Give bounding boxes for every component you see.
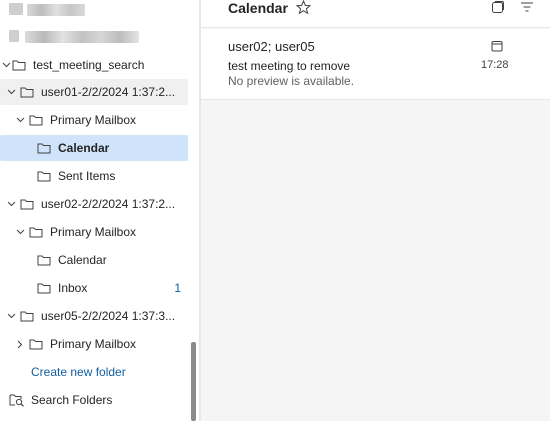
chevron-down-icon[interactable] bbox=[14, 226, 26, 238]
folder-row-inbox[interactable]: Inbox 1 bbox=[0, 275, 188, 301]
folder-label: user05-2/2/2024 1:37:3... bbox=[41, 309, 176, 323]
folder-icon bbox=[20, 309, 34, 323]
select-toggle-icon[interactable] bbox=[491, 0, 505, 14]
message-subject: test meeting to remove bbox=[228, 59, 351, 73]
folder-pane: test_meeting_search user01-2/2/2024 1:37… bbox=[0, 0, 198, 421]
folder-label: Calendar bbox=[58, 253, 107, 267]
folder-icon bbox=[37, 141, 51, 155]
folder-label: Inbox bbox=[58, 281, 88, 295]
message-sender: user02; user05 bbox=[228, 39, 315, 54]
folder-row-user01[interactable]: user01-2/2/2024 1:37:2... bbox=[0, 79, 188, 105]
scrollbar-thumb[interactable] bbox=[191, 342, 196, 421]
search-folders-label: Search Folders bbox=[31, 393, 113, 407]
redacted-account-row-2[interactable] bbox=[9, 29, 143, 43]
message-list-pane: Calendar user02; user05 test meeting to … bbox=[201, 0, 550, 421]
folder-row-primary-mailbox[interactable]: Primary Mailbox bbox=[0, 107, 188, 133]
folder-icon bbox=[29, 225, 43, 239]
create-new-folder-link[interactable]: Create new folder bbox=[31, 365, 126, 379]
folder-row-user02[interactable]: user02-2/2/2024 1:37:2... bbox=[0, 191, 188, 217]
redacted-folder-icon bbox=[9, 30, 19, 42]
message-list-item[interactable]: user02; user05 test meeting to remove No… bbox=[201, 29, 550, 100]
folder-title: Calendar bbox=[228, 0, 288, 16]
calendar-icon bbox=[491, 40, 503, 52]
message-time: 17:28 bbox=[481, 59, 509, 71]
folder-label: Sent Items bbox=[58, 169, 116, 183]
folder-label: Primary Mailbox bbox=[50, 113, 137, 127]
folder-label: Primary Mailbox bbox=[50, 225, 137, 239]
folder-icon bbox=[20, 197, 34, 211]
chevron-down-icon[interactable] bbox=[5, 310, 17, 322]
folder-icon bbox=[12, 58, 26, 72]
unread-count-badge: 1 bbox=[174, 281, 181, 295]
folder-icon bbox=[37, 253, 51, 267]
folder-label: user01-2/2/2024 1:37:2... bbox=[41, 85, 176, 99]
search-folder-icon bbox=[9, 393, 25, 407]
search-folders-row[interactable]: Search Folders bbox=[9, 393, 112, 407]
folder-row-primary-mailbox[interactable]: Primary Mailbox bbox=[0, 331, 188, 357]
folder-label: test_meeting_search bbox=[33, 58, 145, 72]
star-favorite-icon[interactable] bbox=[295, 0, 312, 15]
folder-label: Calendar bbox=[58, 141, 110, 155]
message-preview: No preview is available. bbox=[228, 74, 355, 88]
folder-row-sent-items[interactable]: Sent Items bbox=[0, 163, 188, 189]
folder-row-user05[interactable]: user05-2/2/2024 1:37:3... bbox=[0, 303, 188, 329]
chevron-down-icon[interactable] bbox=[0, 59, 12, 71]
redacted-text bbox=[27, 4, 85, 16]
chevron-down-icon[interactable] bbox=[5, 86, 17, 98]
redacted-folder-icon bbox=[9, 3, 23, 15]
folder-icon bbox=[37, 281, 51, 295]
folder-icon bbox=[20, 85, 34, 99]
folder-row-primary-mailbox[interactable]: Primary Mailbox bbox=[0, 219, 188, 245]
redacted-account-row-1[interactable] bbox=[9, 2, 89, 16]
redacted-text bbox=[25, 31, 139, 43]
folder-icon bbox=[37, 169, 51, 183]
folder-label: user02-2/2/2024 1:37:2... bbox=[41, 197, 176, 211]
folder-row-calendar[interactable]: Calendar bbox=[0, 247, 188, 273]
folder-icon bbox=[29, 337, 43, 351]
message-list-header: Calendar bbox=[201, 0, 550, 28]
folder-label: Primary Mailbox bbox=[50, 337, 137, 351]
chevron-down-icon[interactable] bbox=[5, 198, 17, 210]
filter-icon[interactable] bbox=[520, 1, 534, 13]
chevron-right-icon[interactable] bbox=[14, 338, 26, 350]
chevron-down-icon[interactable] bbox=[14, 114, 26, 126]
folder-icon bbox=[29, 113, 43, 127]
folder-row-test-meeting-search[interactable]: test_meeting_search bbox=[0, 52, 188, 78]
folder-row-calendar-selected[interactable]: Calendar bbox=[0, 135, 188, 161]
